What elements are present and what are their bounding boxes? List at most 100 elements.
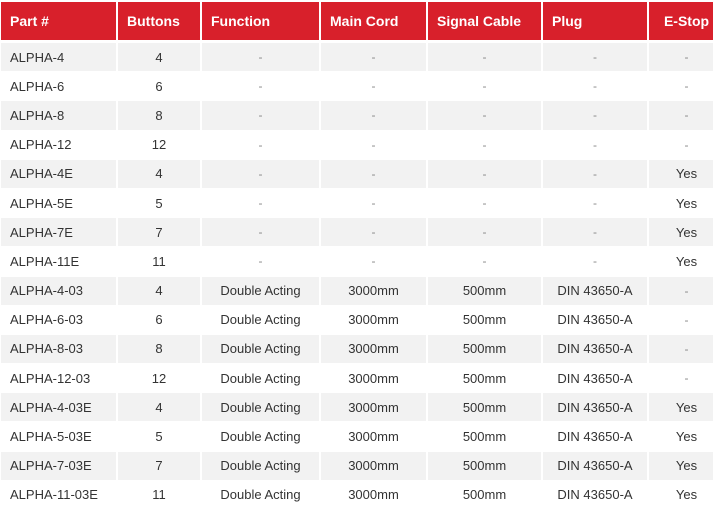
table-row: ALPHA-11E 11- - - - Yes — [1, 246, 713, 276]
cell-signal-cable: 500mm — [428, 479, 541, 509]
cell-plug: DIN 43650-A — [543, 421, 647, 451]
cell-plug: DIN 43650-A — [543, 333, 647, 364]
header-main-cord: Main Cord — [321, 2, 426, 42]
cell-function: - — [202, 71, 319, 101]
cell-main-cord: - — [321, 246, 426, 276]
cell-e-stop: Yes — [649, 246, 713, 276]
header-plug: Plug — [543, 2, 647, 42]
cell-buttons: 12 — [118, 363, 200, 393]
cell-part-number: ALPHA-11E — [1, 246, 116, 276]
cell-part-number: ALPHA-4E — [1, 158, 116, 188]
cell-e-stop: - — [649, 100, 713, 130]
table-row: ALPHA-8 8- - - - - — [1, 100, 713, 130]
cell-part-number: ALPHA-6 — [1, 71, 116, 101]
cell-main-cord: 3000mm — [321, 392, 426, 422]
cell-function: - — [202, 129, 319, 159]
cell-part-number: ALPHA-4 — [1, 42, 116, 72]
table-row: ALPHA-7E 7- - - - Yes — [1, 217, 713, 247]
cell-signal-cable: 500mm — [428, 333, 541, 364]
cell-main-cord: 3000mm — [321, 304, 426, 334]
cell-main-cord: - — [321, 217, 426, 247]
cell-e-stop: Yes — [649, 392, 713, 422]
cell-plug: - — [543, 158, 647, 188]
cell-part-number: ALPHA-4-03 — [1, 275, 116, 305]
cell-plug: - — [543, 100, 647, 130]
cell-function: Double Acting — [202, 450, 319, 480]
cell-part-number: ALPHA-12 — [1, 129, 116, 159]
cell-buttons: 4 — [118, 42, 200, 72]
cell-part-number: ALPHA-11-03E — [1, 479, 116, 509]
cell-buttons: 4 — [118, 275, 200, 305]
cell-part-number: ALPHA-5E — [1, 187, 116, 218]
cell-plug: DIN 43650-A — [543, 304, 647, 334]
cell-e-stop: Yes — [649, 450, 713, 480]
cell-part-number: ALPHA-12-03 — [1, 363, 116, 393]
table-body: ALPHA-4 4- - - - - ALPHA-6 6- - - - - ALPHA-8 8- - - - - A… — [1, 42, 713, 509]
cell-part-number: ALPHA-7E — [1, 217, 116, 247]
cell-buttons: 8 — [118, 333, 200, 364]
cell-signal-cable: - — [428, 100, 541, 130]
table-row: ALPHA-6-03 6 Double Acting 3000mm 500mm DIN 4… — [1, 304, 713, 334]
header-signal-cable: Signal Cable — [428, 2, 541, 42]
cell-signal-cable: - — [428, 71, 541, 101]
table-row: ALPHA-12-03 12 Double Acting 3000mm 500mm DIN… — [1, 363, 713, 393]
cell-signal-cable: 500mm — [428, 304, 541, 334]
cell-function: Double Acting — [202, 479, 319, 509]
cell-function: - — [202, 217, 319, 247]
cell-e-stop: - — [649, 275, 713, 305]
product-spec-table-container: Part # Buttons Function Main Cord Signal… — [0, 2, 713, 509]
cell-buttons: 11 — [118, 479, 200, 509]
cell-main-cord: - — [321, 187, 426, 218]
header-part-number: Part # — [1, 2, 116, 42]
cell-buttons: 11 — [118, 246, 200, 276]
cell-function: Double Acting — [202, 392, 319, 422]
table-row: ALPHA-4E 4- - - - Yes — [1, 158, 713, 188]
cell-buttons: 4 — [118, 158, 200, 188]
cell-main-cord: 3000mm — [321, 479, 426, 509]
cell-buttons: 5 — [118, 187, 200, 218]
cell-function: Double Acting — [202, 304, 319, 334]
table-row: ALPHA-5E 5- - - - Yes — [1, 187, 713, 218]
cell-function: Double Acting — [202, 363, 319, 393]
cell-plug: - — [543, 71, 647, 101]
table-row: ALPHA-5-03E 5 Double Acting 3000mm 500mm DIN … — [1, 421, 713, 451]
cell-plug: - — [543, 42, 647, 72]
cell-buttons: 8 — [118, 100, 200, 130]
cell-main-cord: 3000mm — [321, 421, 426, 451]
cell-e-stop: Yes — [649, 217, 713, 247]
cell-signal-cable: - — [428, 129, 541, 159]
cell-signal-cable: 500mm — [428, 450, 541, 480]
cell-signal-cable: 500mm — [428, 275, 541, 305]
cell-e-stop: Yes — [649, 158, 713, 188]
cell-e-stop: Yes — [649, 187, 713, 218]
cell-signal-cable: 500mm — [428, 363, 541, 393]
cell-signal-cable: - — [428, 217, 541, 247]
cell-function: - — [202, 158, 319, 188]
cell-function: - — [202, 100, 319, 130]
product-spec-table: Part # Buttons Function Main Cord Signal… — [0, 2, 713, 509]
cell-function: - — [202, 42, 319, 72]
cell-buttons: 7 — [118, 450, 200, 480]
cell-function: - — [202, 246, 319, 276]
table-row: ALPHA-4-03 4 Double Acting 3000mm 500mm DIN 4… — [1, 275, 713, 305]
cell-signal-cable: - — [428, 42, 541, 72]
cell-buttons: 4 — [118, 392, 200, 422]
cell-function: Double Acting — [202, 275, 319, 305]
cell-e-stop: - — [649, 363, 713, 393]
cell-plug: DIN 43650-A — [543, 392, 647, 422]
cell-e-stop: Yes — [649, 479, 713, 509]
header-e-stop: E-Stop — [649, 2, 713, 42]
cell-plug: DIN 43650-A — [543, 363, 647, 393]
cell-buttons: 7 — [118, 217, 200, 247]
table-row: ALPHA-4 4- - - - - — [1, 42, 713, 72]
cell-e-stop: - — [649, 129, 713, 159]
cell-signal-cable: - — [428, 158, 541, 188]
cell-e-stop: Yes — [649, 421, 713, 451]
cell-buttons: 6 — [118, 304, 200, 334]
cell-part-number: ALPHA-7-03E — [1, 450, 116, 480]
cell-e-stop: - — [649, 71, 713, 101]
cell-main-cord: - — [321, 71, 426, 101]
cell-main-cord: 3000mm — [321, 363, 426, 393]
cell-part-number: ALPHA-5-03E — [1, 421, 116, 451]
cell-plug: DIN 43650-A — [543, 450, 647, 480]
